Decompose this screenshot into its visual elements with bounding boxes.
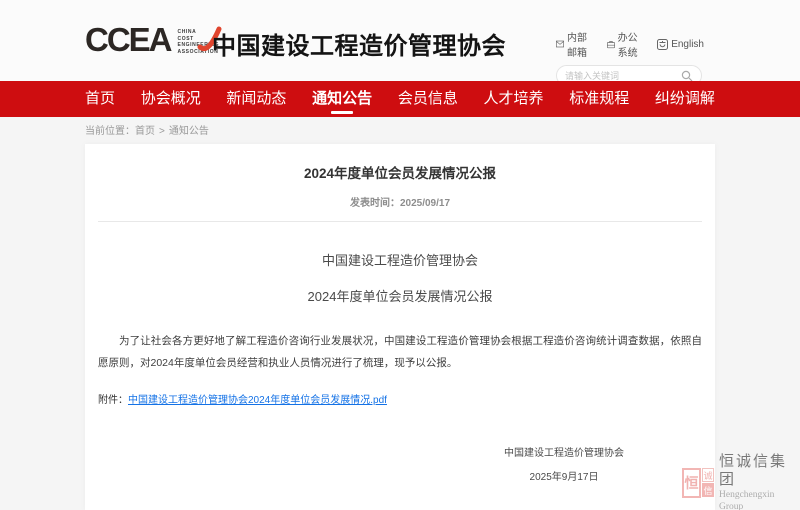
- article-title: 2024年度单位会员发展情况公报: [98, 162, 702, 182]
- attachment-pdf-link[interactable]: 中国建设工程造价管理协会2024年度单位会员发展情况.pdf: [128, 395, 387, 406]
- breadcrumb: 当前位置：首页 > 通知公告: [85, 122, 209, 137]
- nav-item-notices[interactable]: 通知公告: [312, 81, 372, 117]
- logo-acronym: CCEA: [85, 20, 171, 60]
- seal-char-3: 信: [702, 483, 714, 497]
- signature-inner: 中国建设工程造价管理协会 2025年9月17日: [504, 442, 624, 490]
- internal-mail-label: 内部邮箱: [567, 29, 594, 59]
- article-publish-date: 发表时间：2025/09/17: [98, 194, 702, 209]
- seal-char-1: 恒: [682, 468, 701, 498]
- watermark-name-en: Hengchengxin Group: [719, 489, 800, 510]
- doc-title-line1: 中国建设工程造价管理协会: [98, 250, 702, 269]
- hengchengxin-watermark: 恒 诚 信 恒诚信集团 Hengchengxin Group: [682, 453, 800, 510]
- breadcrumb-home-link[interactable]: 首页: [135, 126, 155, 137]
- title-divider: [98, 221, 702, 222]
- doc-title-line2: 2024年度单位会员发展情况公报: [98, 286, 702, 305]
- site-header: CCEA CHINA COST ENGINEERING ASSOCIATION …: [0, 0, 800, 81]
- english-label: English: [671, 39, 704, 50]
- english-link[interactable]: English: [657, 39, 704, 50]
- attachment-row: 附件：中国建设工程造价管理协会2024年度单位会员发展情况.pdf: [98, 391, 702, 406]
- nav-item-training[interactable]: 人才培养: [484, 81, 544, 117]
- signature-block: 中国建设工程造价管理协会 2025年9月17日: [98, 442, 702, 490]
- main-nav: 首页 协会概况 新闻动态 通知公告 会员信息 人才培养 标准规程 纠纷调解: [0, 81, 800, 117]
- signature-date: 2025年9月17日: [504, 466, 624, 490]
- site-title: 中国建设工程造价管理协会: [212, 26, 506, 61]
- attachment-label: 附件：: [98, 395, 128, 406]
- globe-icon: [657, 39, 668, 50]
- breadcrumb-prefix: 当前位置：: [85, 126, 135, 137]
- hengchengxin-seal-icon: 恒 诚 信: [682, 468, 714, 498]
- breadcrumb-separator: >: [159, 126, 165, 137]
- publish-date-label: 发表时间：: [350, 198, 400, 209]
- nav-item-members[interactable]: 会员信息: [398, 81, 458, 117]
- article-paragraph: 为了让社会各方更好地了解工程造价咨询行业发展状况，中国建设工程造价管理协会根据工…: [98, 330, 702, 374]
- breadcrumb-current-link[interactable]: 通知公告: [169, 126, 209, 137]
- search-input[interactable]: [565, 71, 681, 81]
- nav-item-news[interactable]: 新闻动态: [226, 81, 286, 117]
- office-system-link[interactable]: 办公系统: [607, 29, 645, 59]
- page: CCEA CHINA COST ENGINEERING ASSOCIATION …: [0, 0, 800, 510]
- watermark-name: 恒诚信集团: [719, 453, 800, 489]
- signature-org: 中国建设工程造价管理协会: [504, 442, 624, 466]
- seal-char-2: 诚: [702, 468, 714, 482]
- article-card: 2024年度单位会员发展情况公报 发表时间：2025/09/17 中国建设工程造…: [85, 144, 715, 510]
- nav-item-about[interactable]: 协会概况: [141, 81, 201, 117]
- mail-icon: [556, 39, 564, 49]
- watermark-text: 恒诚信集团 Hengchengxin Group: [719, 453, 800, 510]
- office-system-label: 办公系统: [618, 29, 645, 59]
- main-nav-inner: 首页 协会概况 新闻动态 通知公告 会员信息 人才培养 标准规程 纠纷调解: [85, 81, 715, 117]
- header-utilities: 内部邮箱 办公系统 English: [556, 29, 704, 86]
- search-icon[interactable]: [681, 70, 693, 82]
- nav-item-home[interactable]: 首页: [85, 81, 115, 117]
- nav-item-dispute[interactable]: 纠纷调解: [655, 81, 715, 117]
- internal-mail-link[interactable]: 内部邮箱: [556, 29, 594, 59]
- site-logo[interactable]: CCEA CHINA COST ENGINEERING ASSOCIATION: [85, 20, 219, 60]
- publish-date-value: 2025/09/17: [400, 198, 450, 209]
- utility-links: 内部邮箱 办公系统 English: [556, 29, 704, 59]
- briefcase-icon: [607, 39, 615, 50]
- nav-item-standards[interactable]: 标准规程: [569, 81, 629, 117]
